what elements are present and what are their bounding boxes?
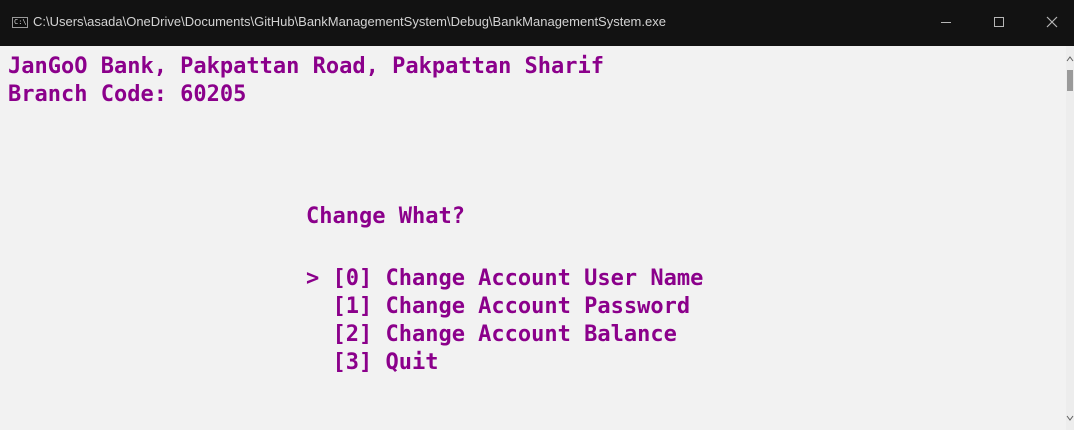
close-icon xyxy=(1046,16,1058,28)
title-bar[interactable]: C:\ C:\Users\asada\OneDrive\Documents\Gi… xyxy=(0,0,1074,46)
menu-option-user-name: > [0] Change Account User Name xyxy=(306,266,704,291)
scrollbar-thumb[interactable] xyxy=(1067,70,1073,91)
menu-option-password: [1] Change Account Password xyxy=(306,294,691,319)
menu-option-quit: [3] Quit xyxy=(306,350,439,375)
console-window: C:\ C:\Users\asada\OneDrive\Documents\Gi… xyxy=(0,0,1074,430)
menu-option-balance: [2] Change Account Balance xyxy=(306,322,677,347)
close-button[interactable] xyxy=(1031,8,1071,38)
vertical-scrollbar[interactable] xyxy=(1066,46,1074,430)
minimize-button[interactable] xyxy=(926,8,966,38)
window-title: C:\Users\asada\OneDrive\Documents\GitHub… xyxy=(33,14,666,29)
console-output[interactable]: JanGoO Bank, Pakpattan Road, Pakpattan S… xyxy=(0,46,1066,430)
bank-address-line: JanGoO Bank, Pakpattan Road, Pakpattan S… xyxy=(8,54,605,79)
change-prompt: Change What? xyxy=(306,204,465,229)
scroll-up-icon[interactable] xyxy=(1066,52,1074,66)
scroll-down-icon[interactable] xyxy=(1066,411,1074,425)
maximize-button[interactable] xyxy=(979,8,1019,38)
terminal-icon: C:\ xyxy=(12,17,28,28)
branch-code-line: Branch Code: 60205 xyxy=(8,82,247,107)
